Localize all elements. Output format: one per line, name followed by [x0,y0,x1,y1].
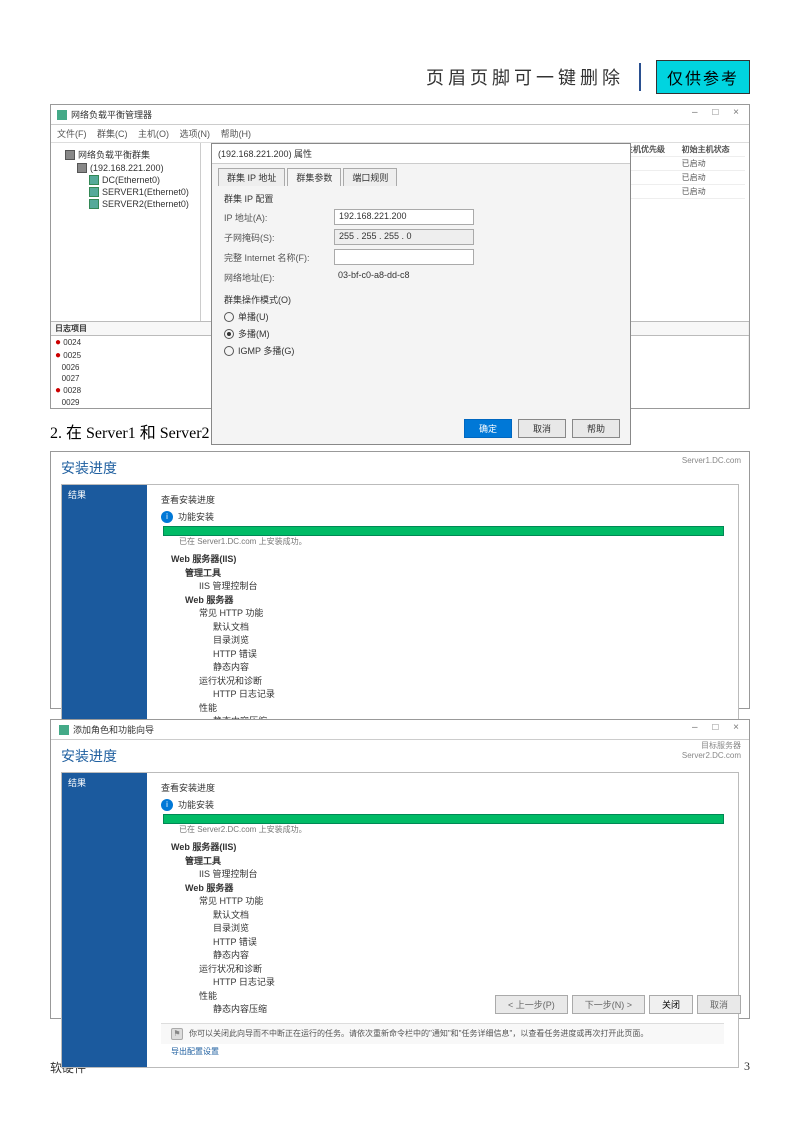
mask-input[interactable]: 255 . 255 . 255 . 0 [334,229,474,245]
ip-input[interactable]: 192.168.221.200 [334,209,474,225]
prev-button[interactable]: < 上一步(P) [495,995,568,1014]
host-icon [89,199,99,209]
progress-title: 查看安装进度 [161,781,724,794]
fqdn-input[interactable] [334,249,474,265]
radio-unicast[interactable]: 单播(U) [224,310,618,323]
menu-help[interactable]: 帮助(H) [221,129,252,139]
dialog-title: (192.168.221.200) 属性 [212,144,630,164]
mask-label: 子网掩码(S): [224,231,334,244]
error-icon: ● [55,337,61,348]
tree-host[interactable]: SERVER2(Ethernet0) [102,199,189,209]
tab-port-rules[interactable]: 端口规则 [343,168,397,186]
install-done: 已在 Server1.DC.com 上安装成功。 [179,536,724,547]
radio-icon [224,312,234,322]
cancel-button[interactable]: 取消 [697,995,741,1014]
window-controls[interactable]: – □ × [692,107,745,118]
cluster-tree[interactable]: 网络负载平衡群集 (192.168.221.200) DC(Ethernet0)… [51,143,201,321]
ip-label: IP 地址(A): [224,211,334,224]
group-mode: 群集操作模式(O) [224,293,618,306]
header-text: 页眉页脚可一键删除 [426,64,624,90]
export-link[interactable]: 导出配置设置 [161,1044,724,1059]
window-title: 网络负载平衡管理器 [71,108,152,121]
feature-tree: Web 服务器(IIS) 管理工具 IIS 管理控制台 Web 服务器 常见 H… [171,841,724,1017]
tree-cluster[interactable]: (192.168.221.200) [90,163,164,173]
install-done: 已在 Server2.DC.com 上安装成功。 [179,824,724,835]
cluster-properties-dialog: (192.168.221.200) 属性 群集 IP 地址 群集参数 端口规则 … [211,143,631,445]
ok-button[interactable]: 确定 [464,419,512,438]
info-icon: i [161,511,173,523]
page-header: 页眉页脚可一键删除 仅供参考 [50,60,750,94]
mac-value: 03-bf-c0-a8-dd-c8 [334,269,474,285]
header-divider [639,63,641,91]
tree-host[interactable]: SERVER1(Ethernet0) [102,187,189,197]
mac-label: 网络地址(E): [224,271,334,284]
error-icon: ● [55,350,61,361]
radio-icon [224,346,234,356]
header-badge: 仅供参考 [656,60,750,94]
app-icon [57,110,67,120]
nlb-manager-window: – □ × 网络负载平衡管理器 文件(F) 群集(C) 主机(O) 选项(N) … [50,104,750,409]
page-number: 3 [744,1059,750,1076]
group-ip-config: 群集 IP 配置 [224,192,618,205]
install-title: 安装进度 [51,740,749,768]
host-icon [89,187,99,197]
progress-bar [163,814,724,824]
feature-install: 功能安装 [178,798,214,811]
menubar[interactable]: 文件(F) 群集(C) 主机(O) 选项(N) 帮助(H) [51,125,749,143]
wizard-sidebar: 结果 [62,773,147,1067]
tree-host[interactable]: DC(Ethernet0) [102,175,160,185]
wizard-sidebar: 结果 [62,485,147,737]
progress-bar [163,526,724,536]
tab-cluster-params[interactable]: 群集参数 [287,168,341,186]
install-server2-window: – □ × 添加角色和功能向导 目标服务器 Server2.DC.com 安装进… [50,719,750,1019]
window-titlebar: 网络负载平衡管理器 [51,105,749,125]
feature-tree: Web 服务器(IIS) 管理工具 IIS 管理控制台 Web 服务器 常见 H… [171,553,724,729]
menu-file[interactable]: 文件(F) [57,129,87,139]
next-button[interactable]: 下一步(N) > [572,995,645,1014]
host-icon [89,175,99,185]
cluster-root-icon [65,150,75,160]
cluster-icon [77,163,87,173]
target-server: 目标服务器 Server2.DC.com [682,740,741,760]
menu-options[interactable]: 选项(N) [180,129,211,139]
flag-icon: ⚑ [171,1028,183,1040]
wizard-icon [59,725,69,735]
window-controls[interactable]: – □ × [692,722,745,733]
tree-root[interactable]: 网络负载平衡群集 [78,148,150,161]
target-server: Server1.DC.com [682,456,741,465]
error-icon: ● [55,385,61,396]
menu-cluster[interactable]: 群集(C) [97,129,128,139]
info-icon: i [161,799,173,811]
menu-host[interactable]: 主机(O) [138,129,169,139]
radio-igmp[interactable]: IGMP 多播(G) [224,344,618,357]
cancel-button[interactable]: 取消 [518,419,566,438]
help-button[interactable]: 帮助 [572,419,620,438]
fqdn-label: 完整 Internet 名称(F): [224,251,334,264]
close-button[interactable]: 关闭 [649,995,693,1014]
install-server1-window: Server1.DC.com 安装进度 结果 查看安装进度 i功能安装 已在 S… [50,451,750,709]
note-text: 你可以关闭此向导而不中断正在运行的任务。请依次重新命令栏中的"通知"和"任务详细… [189,1028,648,1040]
radio-icon [224,329,234,339]
progress-title: 查看安装进度 [161,493,724,506]
radio-multicast[interactable]: 多播(M) [224,327,618,340]
feature-install: 功能安装 [178,510,214,523]
tab-cluster-ip[interactable]: 群集 IP 地址 [218,168,285,186]
wizard-titlebar: 添加角色和功能向导 [51,720,749,740]
install-title: 安装进度 [51,452,749,480]
